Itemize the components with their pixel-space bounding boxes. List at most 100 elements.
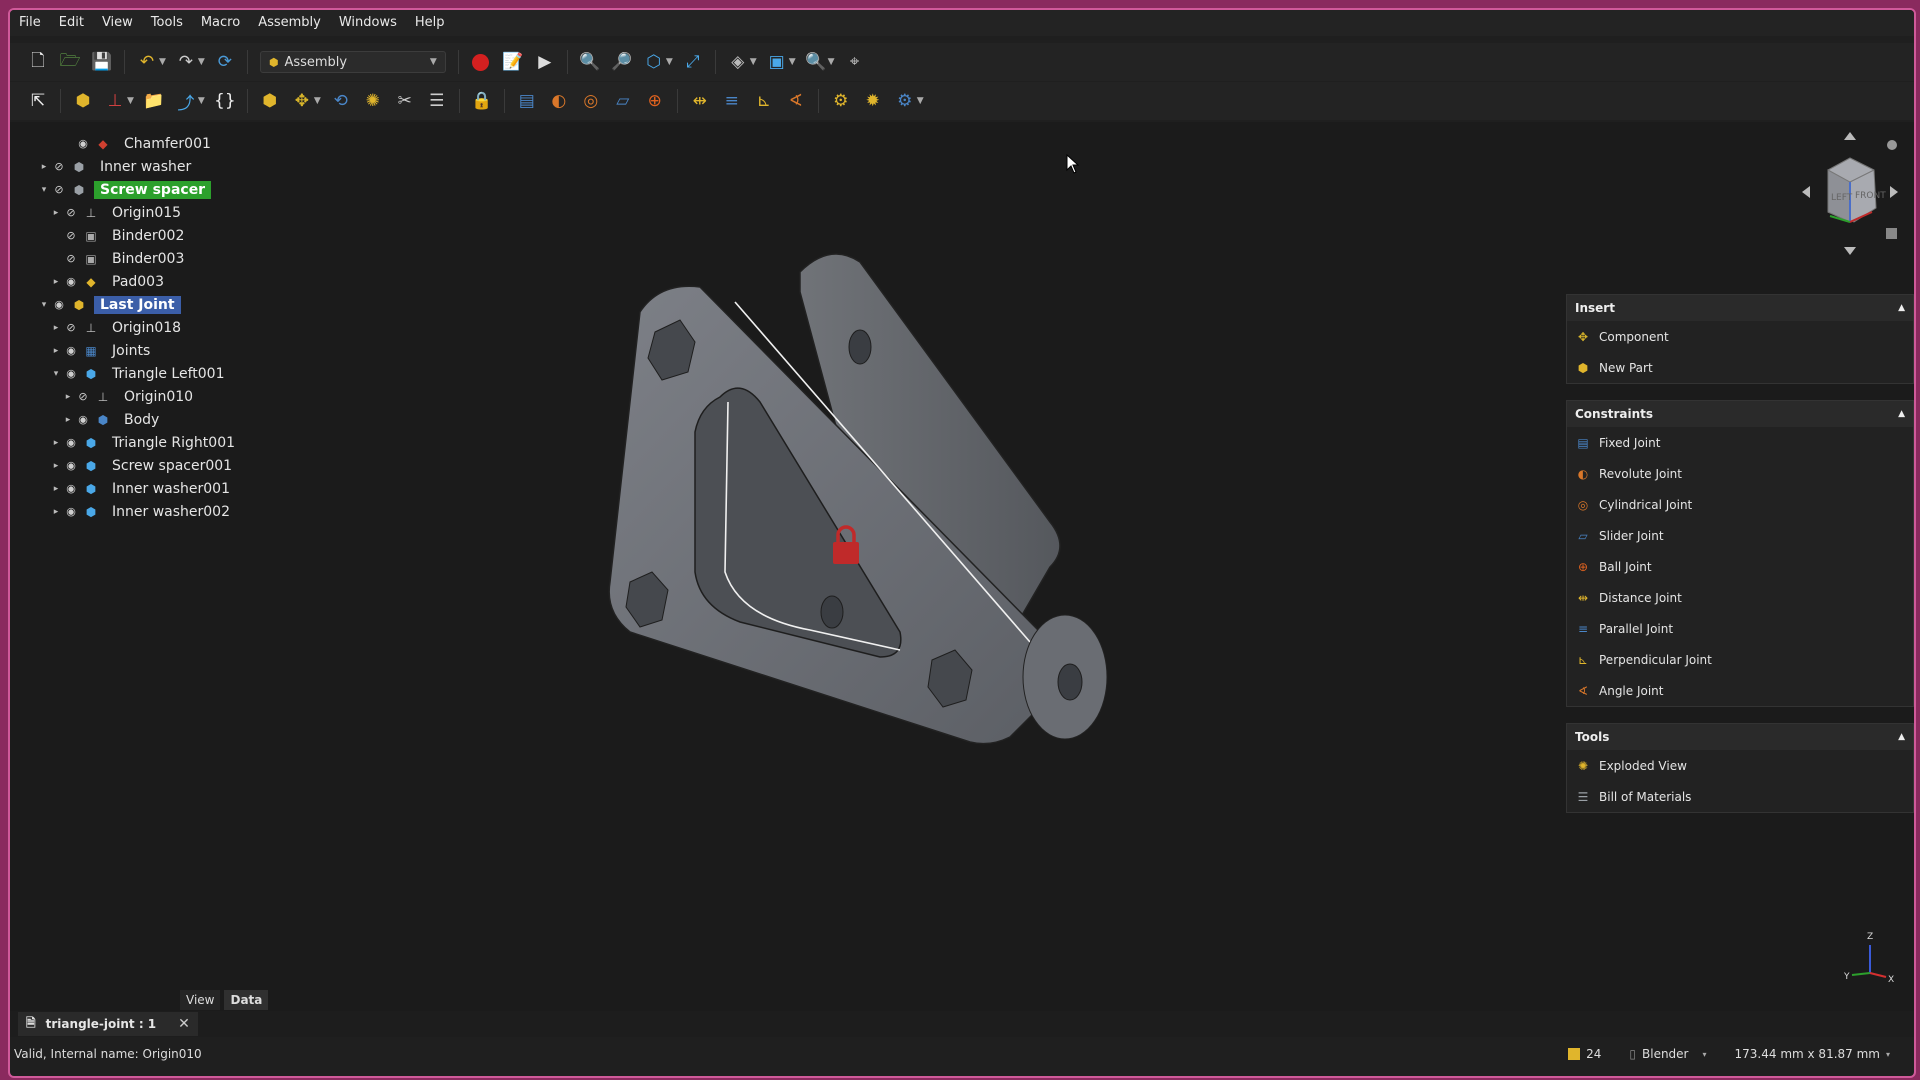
tree-item[interactable]: ◉ ◆ Chamfer001 <box>10 132 370 155</box>
component-tb-icon[interactable]: ✥ <box>288 87 316 115</box>
menu-help[interactable]: Help <box>406 10 454 36</box>
constraints-panel-header[interactable]: Constraints ▲ <box>1567 401 1913 427</box>
navcube-menu-icon[interactable] <box>1887 140 1897 150</box>
link-icon[interactable]: ⤴ <box>172 87 200 115</box>
visibility-icon[interactable]: ◉ <box>62 344 80 357</box>
refresh-icon[interactable]: ⟳ <box>211 48 239 76</box>
navcube-view-menu-icon[interactable] <box>1886 228 1897 239</box>
redo-dropdown-icon[interactable]: ▼ <box>198 57 205 67</box>
macro-edit-icon[interactable]: 📝 <box>499 48 527 76</box>
toggle-grounded-icon[interactable]: 🔒 <box>468 87 496 115</box>
visibility-icon[interactable]: ◉ <box>74 137 92 150</box>
macro-record-icon[interactable] <box>467 48 495 76</box>
tree-item[interactable]: ▸ ⊘ ⊥ Origin018 <box>10 316 370 339</box>
collapse-icon[interactable]: ▲ <box>1898 732 1905 742</box>
visibility-icon[interactable]: ⊘ <box>62 229 80 242</box>
ball-joint-tb-icon[interactable]: ⊕ <box>641 87 669 115</box>
expand-arrow-icon[interactable]: ▸ <box>50 208 62 218</box>
tree-item[interactable]: ▸ ◉ ◆ Pad003 <box>10 270 370 293</box>
ungroup-icon[interactable]: ✂ <box>391 87 419 115</box>
tree-item[interactable]: ▾ ◉ ⬢ Last Joint <box>10 293 370 316</box>
tree-item[interactable]: ▸ ◉ ⬢ Inner washer001 <box>10 477 370 500</box>
expand-arrow-icon[interactable]: ▸ <box>50 438 62 448</box>
exploded-tb-icon[interactable]: ✺ <box>359 87 387 115</box>
navcube-down-arrow-icon[interactable] <box>1844 247 1856 255</box>
visibility-icon[interactable]: ◉ <box>62 275 80 288</box>
constraints-item-ball-joint[interactable]: ⊕ Ball Joint <box>1567 551 1913 582</box>
tree-item[interactable]: ▸ ◉ ⬢ Triangle Right001 <box>10 431 370 454</box>
insert-item-new-part[interactable]: ⬢ New Part <box>1567 352 1913 383</box>
navcube-graphic[interactable]: LEFT FRONT <box>1800 130 1900 260</box>
navcube-left-arrow-icon[interactable] <box>1802 186 1810 198</box>
visibility-icon[interactable]: ⊘ <box>50 183 68 196</box>
view-isometric-icon[interactable]: ⬡ <box>640 48 668 76</box>
menu-windows[interactable]: Windows <box>330 10 406 36</box>
solve-icon[interactable]: ⟲ <box>327 87 355 115</box>
menu-macro[interactable]: Macro <box>192 10 249 36</box>
tree-item[interactable]: ▸ ◉ ⬢ Screw spacer001 <box>10 454 370 477</box>
visibility-icon[interactable]: ◉ <box>62 505 80 518</box>
select-icon[interactable]: ⇱ <box>24 87 52 115</box>
part-icon[interactable]: ⬢ <box>69 87 97 115</box>
bom-tb-icon[interactable]: ☰ <box>423 87 451 115</box>
menu-tools[interactable]: Tools <box>142 10 192 36</box>
menu-file[interactable]: File <box>10 10 50 36</box>
rack-pinion-icon[interactable]: ⚙ <box>827 87 855 115</box>
slider-joint-tb-icon[interactable]: ▱ <box>609 87 637 115</box>
angle-joint-tb-icon[interactable]: ∢ <box>782 87 810 115</box>
save-document-icon[interactable]: 💾 <box>88 48 116 76</box>
expand-arrow-icon[interactable]: ▾ <box>50 369 62 379</box>
parallel-joint-tb-icon[interactable]: ≡ <box>718 87 746 115</box>
constraints-item-distance-joint[interactable]: ⇹ Distance Joint <box>1567 582 1913 613</box>
expand-arrow-icon[interactable]: ▸ <box>50 461 62 471</box>
tab-view[interactable]: View <box>180 990 221 1010</box>
zoom-dropdown-icon[interactable]: ▼ <box>828 57 835 67</box>
constraints-item-revolute-joint[interactable]: ◐ Revolute Joint <box>1567 458 1913 489</box>
constraints-item-cylindrical-joint[interactable]: ◎ Cylindrical Joint <box>1567 489 1913 520</box>
component-dropdown-icon[interactable]: ▼ <box>314 96 321 106</box>
fit-all-icon[interactable]: 🔍 <box>576 48 604 76</box>
constraints-item-fixed-joint[interactable]: ▤ Fixed Joint <box>1567 427 1913 458</box>
std-views-dropdown-icon[interactable]: ▼ <box>789 57 796 67</box>
visibility-icon[interactable]: ⊘ <box>74 390 92 403</box>
collapse-icon[interactable]: ▲ <box>1898 303 1905 313</box>
draw-style-icon[interactable]: ◈ <box>724 48 752 76</box>
tree-item[interactable]: ▸ ⊘ ⬢ Inner washer <box>10 155 370 178</box>
navigation-cube[interactable]: LEFT FRONT <box>1800 130 1900 260</box>
constraints-item-slider-joint[interactable]: ▱ Slider Joint <box>1567 520 1913 551</box>
tree-item[interactable]: ▸ ⊘ ⊥ Origin015 <box>10 201 370 224</box>
constraints-item-perpendicular-joint[interactable]: ⊾ Perpendicular Joint <box>1567 644 1913 675</box>
expand-arrow-icon[interactable]: ▾ <box>38 300 50 310</box>
navcube-up-arrow-icon[interactable] <box>1844 132 1856 140</box>
expand-arrow-icon[interactable]: ▸ <box>50 277 62 287</box>
tree-item[interactable]: ▾ ◉ ⬢ Triangle Left001 <box>10 362 370 385</box>
redo-icon[interactable]: ↷ <box>172 48 200 76</box>
expand-arrow-icon[interactable]: ▸ <box>50 507 62 517</box>
expand-arrow-icon[interactable]: ▸ <box>38 162 50 172</box>
insert-item-component[interactable]: ✥ Component <box>1567 321 1913 352</box>
expand-arrow-icon[interactable]: ▸ <box>50 323 62 333</box>
variable-set-icon[interactable]: {} <box>211 87 239 115</box>
datum-dropdown-icon[interactable]: ▼ <box>127 96 134 106</box>
undo-icon[interactable]: ↶ <box>133 48 161 76</box>
new-part-tb-icon[interactable]: ⬢ <box>256 87 284 115</box>
draw-style-dropdown-icon[interactable]: ▼ <box>750 57 757 67</box>
menu-assembly[interactable]: Assembly <box>249 10 330 36</box>
cylindrical-joint-tb-icon[interactable]: ◎ <box>577 87 605 115</box>
menu-view[interactable]: View <box>93 10 142 36</box>
fit-selection-icon[interactable]: 🔎 <box>608 48 636 76</box>
constraints-item-angle-joint[interactable]: ∢ Angle Joint <box>1567 675 1913 706</box>
tree-item[interactable]: ▸ ◉ ▦ Joints <box>10 339 370 362</box>
tree-item[interactable]: ⊘ ▣ Binder003 <box>10 247 370 270</box>
navigation-style-selector[interactable]: ▯ Blender ▾ <box>1629 1047 1706 1061</box>
dimension-readout[interactable]: 173.44 mm x 81.87 mm ▾ <box>1735 1047 1890 1061</box>
undo-dropdown-icon[interactable]: ▼ <box>159 57 166 67</box>
new-document-icon[interactable]: 🗋 <box>24 48 52 76</box>
distance-joint-tb-icon[interactable]: ⇹ <box>686 87 714 115</box>
tools-item-exploded-view[interactable]: ✺ Exploded View <box>1567 750 1913 781</box>
expand-arrow-icon[interactable]: ▾ <box>38 185 50 195</box>
visibility-icon[interactable]: ⊘ <box>50 160 68 173</box>
tree-item[interactable]: ▸ ◉ ⬢ Body <box>10 408 370 431</box>
measure-icon[interactable]: ⤢ <box>679 48 707 76</box>
datum-icon[interactable]: ⊥ <box>101 87 129 115</box>
